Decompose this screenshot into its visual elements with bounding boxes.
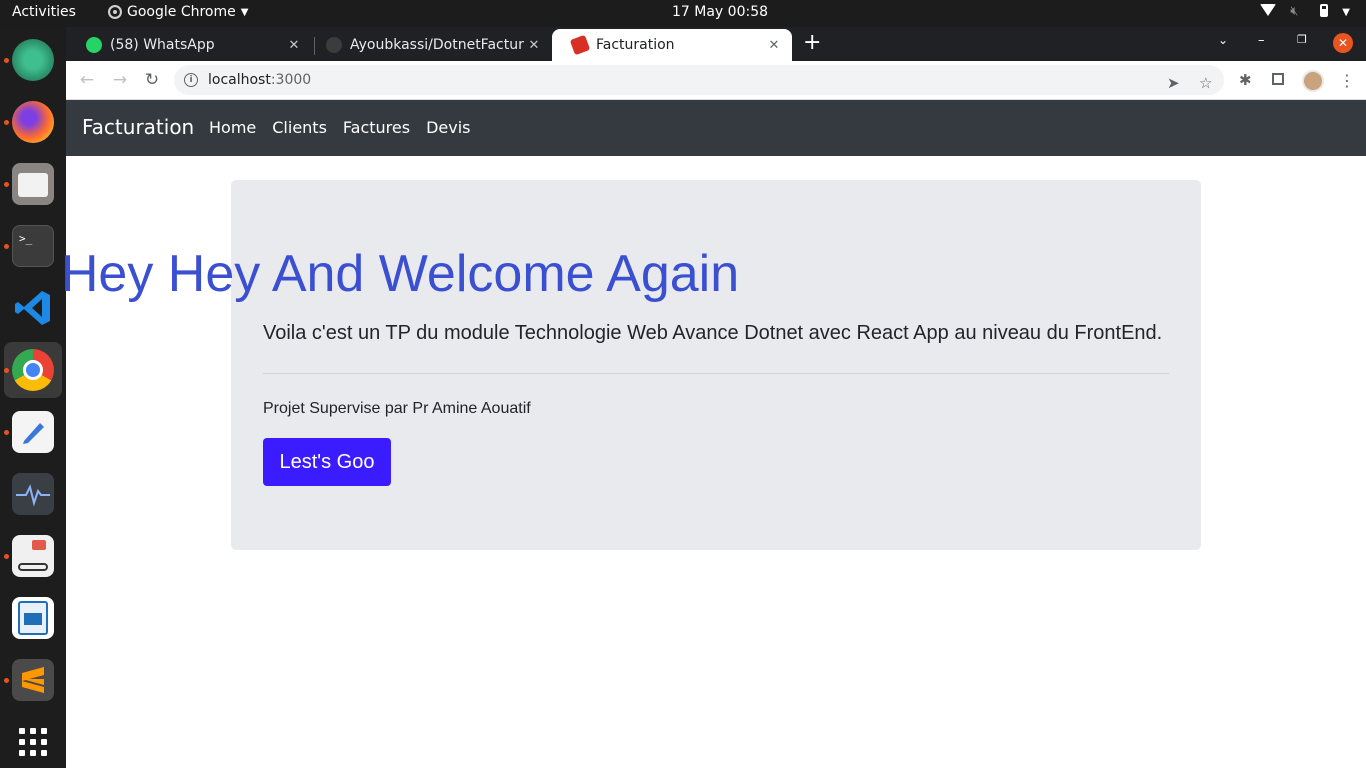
nav-link-factures[interactable]: Factures — [343, 118, 410, 137]
tab-title: Facturation — [596, 37, 675, 53]
close-icon[interactable]: ✕ — [526, 38, 542, 53]
firefox-icon[interactable] — [12, 101, 54, 143]
atom-icon[interactable] — [12, 39, 54, 81]
app-navbar: Facturation Home Clients Factures Devis — [66, 100, 1366, 156]
nav-link-devis[interactable]: Devis — [426, 118, 470, 137]
browser-toolbar: ← → ↻ i localhost:3000 ➤ ☆ ✱ ⋮ — [66, 61, 1366, 100]
supervision-text: Projet Supervise par Pr Amine Aouatif — [263, 400, 531, 417]
site-info-icon[interactable]: i — [184, 73, 198, 87]
system-tray[interactable]: 🔇︎ ▼ — [1260, 4, 1350, 20]
back-arrow-icon[interactable]: ← — [76, 69, 98, 91]
system-monitor-icon[interactable] — [12, 473, 54, 515]
app-menu-label: Google Chrome — [127, 4, 236, 20]
reload-icon[interactable]: ↻ — [141, 69, 163, 91]
volume-muted-icon: 🔇︎ — [1290, 4, 1299, 19]
send-to-device-icon[interactable]: ➤ — [1167, 74, 1180, 92]
running-indicator — [4, 554, 9, 559]
welcome-jumbotron — [231, 180, 1201, 550]
libreoffice-writer-icon[interactable] — [12, 597, 54, 639]
chrome-icon[interactable] — [12, 349, 54, 391]
restore-icon[interactable]: ❐ — [1297, 33, 1307, 46]
wifi-icon — [1260, 4, 1277, 20]
system-top-bar: Activities Google Chrome ▼ 17 May 00:58 … — [0, 0, 1366, 27]
files-icon[interactable] — [12, 163, 54, 205]
react-app-icon — [569, 34, 591, 56]
tab-github[interactable]: Ayoubkassi/DotnetFactur ✕ — [306, 29, 552, 61]
running-indicator — [4, 430, 9, 435]
window-close-icon[interactable]: ✕ — [1333, 33, 1353, 53]
navbar-brand[interactable]: Facturation — [82, 115, 194, 139]
clock[interactable]: 17 May 00:58 — [672, 4, 768, 20]
forward-arrow-icon[interactable]: → — [109, 69, 131, 91]
tab-strip: (58) WhatsApp ✕ Ayoubkassi/DotnetFactur … — [66, 27, 1366, 61]
lets-go-button[interactable]: Lest's Goo — [263, 438, 391, 486]
github-icon — [326, 37, 342, 53]
sublime-text-icon[interactable] — [12, 659, 54, 701]
chrome-small-icon — [108, 5, 122, 19]
running-indicator — [4, 120, 9, 125]
activities-button[interactable]: Activities — [12, 4, 76, 20]
battery-icon — [1320, 4, 1329, 20]
app-menu[interactable]: Google Chrome ▼ — [108, 4, 248, 20]
side-panel-icon[interactable] — [1272, 73, 1284, 85]
nav-link-home[interactable]: Home — [209, 118, 256, 137]
minimize-icon[interactable]: – — [1258, 33, 1265, 48]
new-tab-plus-icon[interactable]: + — [803, 32, 821, 54]
nav-link-clients[interactable]: Clients — [272, 118, 327, 137]
close-icon[interactable]: ✕ — [766, 38, 782, 53]
address-bar[interactable]: i localhost:3000 ➤ ☆ — [174, 65, 1224, 95]
chevron-down-icon: ▼ — [240, 6, 249, 18]
welcome-lead-text: Voila c'est un TP du module Technologie … — [263, 322, 1163, 344]
text-editor-icon[interactable] — [12, 411, 54, 453]
url-text[interactable]: localhost:3000 — [208, 72, 311, 88]
bookmark-star-icon[interactable]: ☆ — [1199, 74, 1212, 92]
tab-title: (58) WhatsApp — [110, 37, 215, 53]
navbar-links: Home Clients Factures Devis — [209, 118, 470, 137]
whatsapp-icon — [86, 37, 102, 53]
document-viewer-icon[interactable] — [12, 535, 54, 577]
extensions-puzzle-icon[interactable]: ✱ — [1239, 71, 1252, 89]
dock: >_ — [0, 27, 66, 768]
running-indicator — [4, 678, 9, 683]
running-indicator — [4, 58, 9, 63]
show-applications-icon[interactable] — [12, 721, 54, 763]
welcome-heading: Hey Hey And Welcome Again — [60, 245, 740, 303]
running-indicator — [4, 182, 9, 187]
tab-whatsapp[interactable]: (58) WhatsApp ✕ — [66, 29, 312, 61]
tab-search-chevron-icon[interactable]: ⌄ — [1218, 33, 1228, 47]
tray-chevron-down-icon: ▼ — [1342, 6, 1350, 18]
close-icon[interactable]: ✕ — [286, 38, 302, 53]
divider — [263, 373, 1169, 374]
tab-title: Ayoubkassi/DotnetFactur — [350, 37, 524, 53]
kebab-menu-icon[interactable]: ⋮ — [1339, 71, 1355, 90]
profile-avatar[interactable] — [1302, 70, 1324, 92]
running-indicator — [4, 368, 9, 373]
tab-facturation[interactable]: Facturation ✕ — [552, 29, 792, 61]
